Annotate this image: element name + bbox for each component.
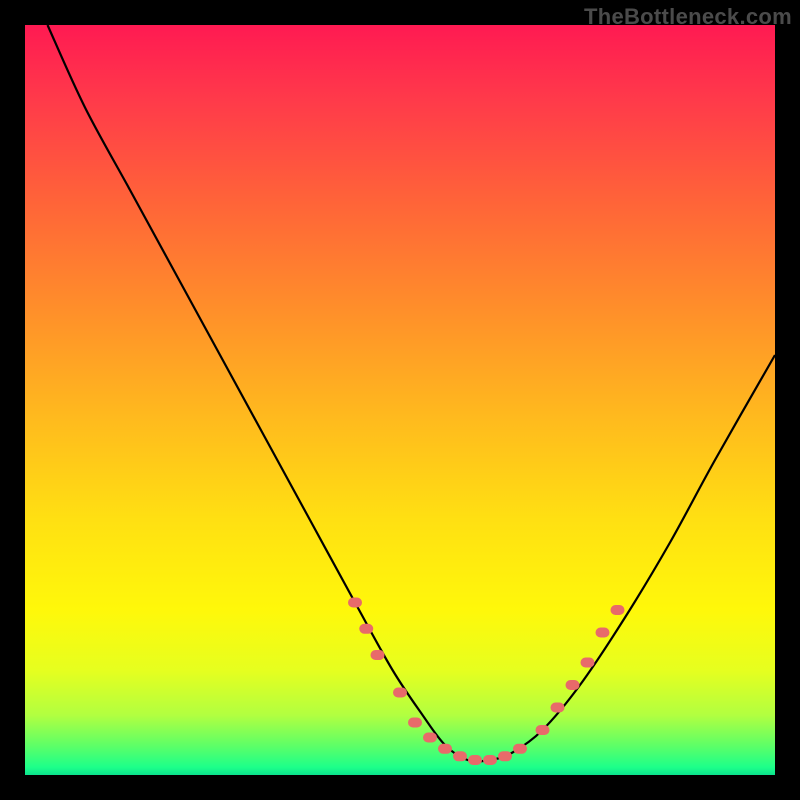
curve-marker (348, 598, 362, 608)
curve-marker (438, 744, 452, 754)
curve-marker (359, 624, 373, 634)
curve-marker (551, 703, 565, 713)
curve-marker (596, 628, 610, 638)
plot-area (25, 25, 775, 775)
curve-marker (423, 733, 437, 743)
chart-svg (25, 25, 775, 775)
curve-marker (408, 718, 422, 728)
bottleneck-curve (48, 25, 776, 761)
curve-marker (483, 755, 497, 765)
watermark-text: TheBottleneck.com (584, 4, 792, 30)
curve-marker (581, 658, 595, 668)
curve-marker (468, 755, 482, 765)
curve-marker (566, 680, 580, 690)
curve-marker (498, 751, 512, 761)
curve-marker (371, 650, 385, 660)
curve-marker (393, 688, 407, 698)
curve-marker (453, 751, 467, 761)
curve-marker (536, 725, 550, 735)
curve-marker (513, 744, 527, 754)
curve-marker (611, 605, 625, 615)
